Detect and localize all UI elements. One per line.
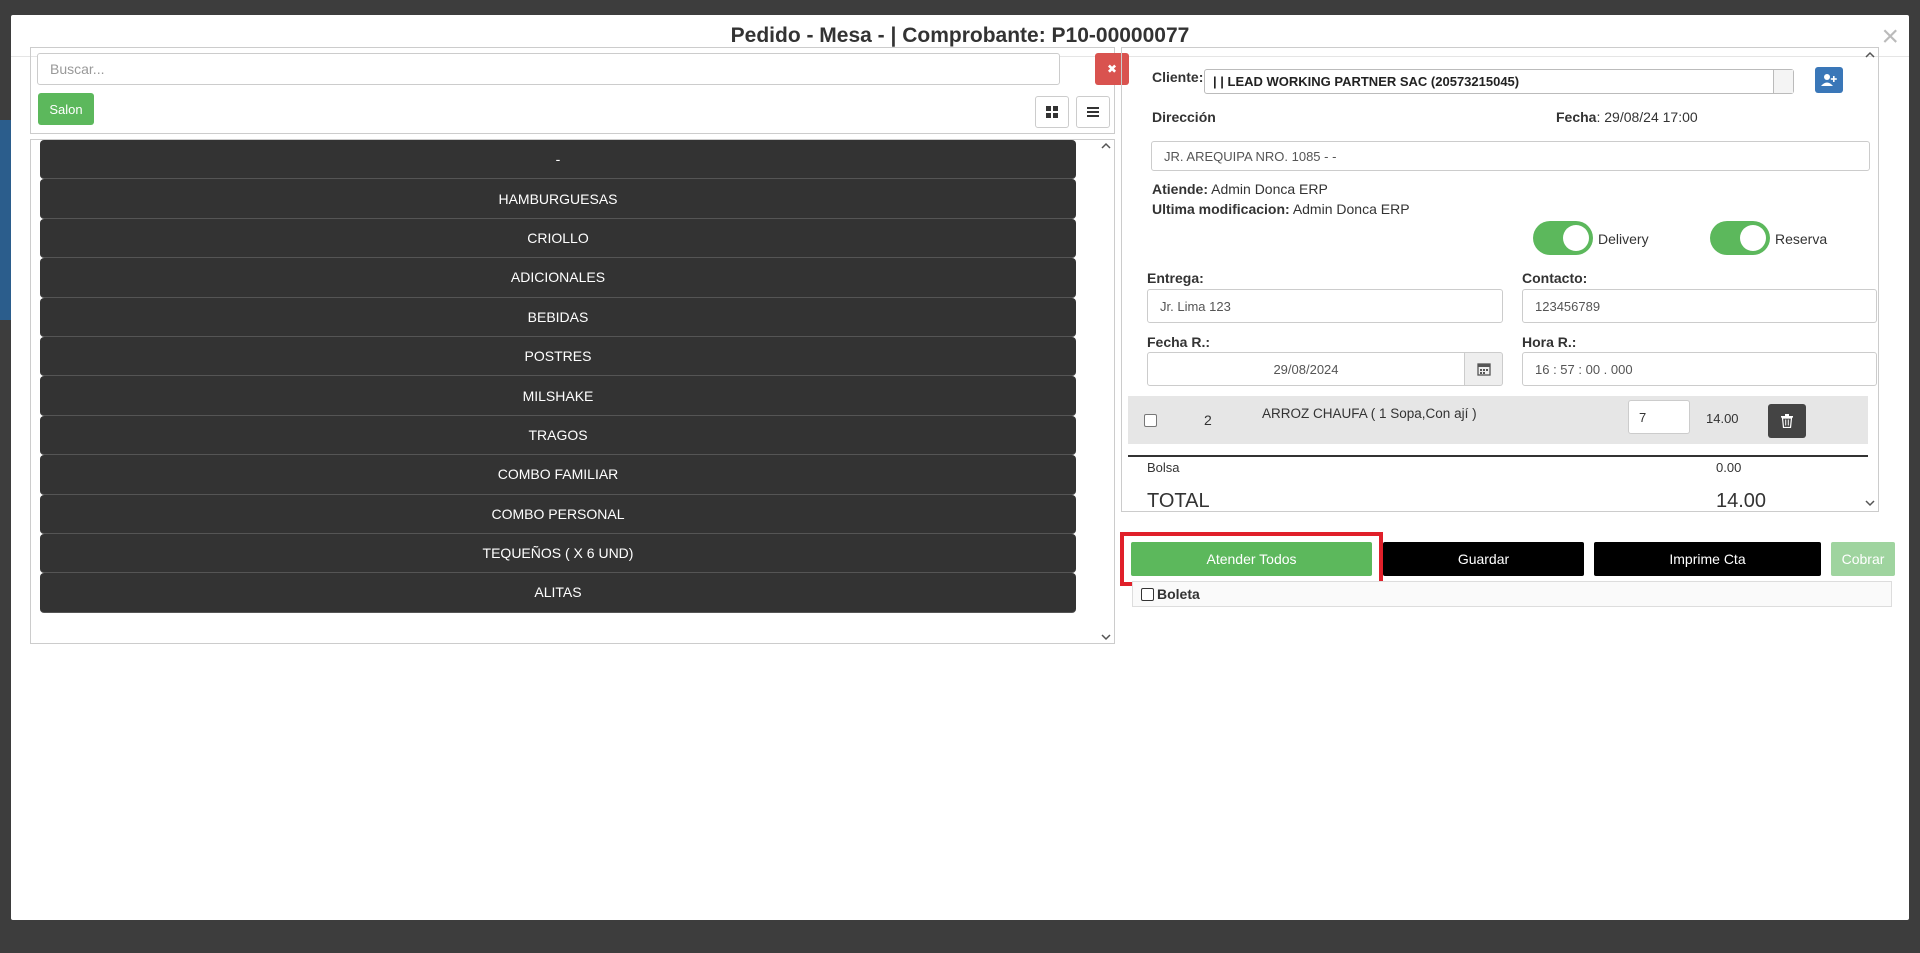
cliente-label: Cliente: <box>1152 69 1204 85</box>
order-item-name: ARROZ CHAUFA ( 1 Sopa,Con ají ) <box>1262 406 1477 421</box>
delivery-toggle[interactable] <box>1533 221 1593 255</box>
atiende-value: Admin Donca ERP <box>1211 181 1328 197</box>
quantity-input[interactable]: 7 <box>1628 400 1690 434</box>
horar-field[interactable]: 16 : 57 : 00 . 000 <box>1522 352 1877 386</box>
ultima-info: Ultima modificacion: Admin Donca ERP <box>1152 201 1410 217</box>
category-item[interactable]: HAMBURGUESAS <box>40 179 1076 219</box>
category-item[interactable]: COMBO PERSONAL <box>40 494 1076 534</box>
category-panel: - HAMBURGUESAS CRIOLLO ADICIONALES BEBID… <box>30 139 1115 644</box>
order-details-panel: Cliente: | | LEAD WORKING PARTNER SAC (2… <box>1121 47 1879 512</box>
modal-title: Pedido - Mesa - | Comprobante: P10-00000… <box>730 24 1190 47</box>
guardar-button[interactable]: Guardar <box>1383 542 1584 576</box>
category-item[interactable]: MILSHAKE <box>40 376 1076 416</box>
scroll-up-icon[interactable] <box>1101 142 1111 150</box>
delivery-label: Delivery <box>1598 231 1649 247</box>
bolsa-value: 0.00 <box>1716 460 1742 475</box>
grid-icon <box>1046 106 1058 118</box>
category-item[interactable]: ADICIONALES <box>40 258 1076 298</box>
order-item-number: 2 <box>1204 412 1212 428</box>
category-item[interactable]: TEQUEÑOS ( X 6 UND) <box>40 533 1076 574</box>
fecha-label: Fecha <box>1556 109 1597 125</box>
close-icon[interactable]: × <box>1881 20 1899 54</box>
entrega-label: Entrega: <box>1147 270 1204 286</box>
search-input[interactable] <box>37 53 1060 85</box>
client-value: | | LEAD WORKING PARTNER SAC (2057321504… <box>1213 74 1520 89</box>
toggle-knob <box>1740 225 1766 251</box>
category-item[interactable]: - <box>40 140 1076 180</box>
calendar-icon <box>1476 363 1491 376</box>
add-client-button[interactable] <box>1815 67 1843 93</box>
fecha-info: Fecha: 29/08/24 17:00 <box>1556 109 1698 125</box>
boleta-bar: Boleta <box>1132 581 1892 607</box>
scroll-down-icon[interactable] <box>1101 633 1111 641</box>
fechar-label: Fecha R.: <box>1147 334 1211 350</box>
order-item-row: 2 ARROZ CHAUFA ( 1 Sopa,Con ají ) 7 14.0… <box>1128 396 1868 444</box>
fecha-value: : 29/08/24 17:00 <box>1596 109 1698 125</box>
delete-item-button[interactable] <box>1768 404 1806 438</box>
direccion-field[interactable]: JR. AREQUIPA NRO. 1085 - - <box>1151 141 1870 171</box>
atiende-label: Atiende: <box>1152 181 1208 197</box>
list-icon <box>1087 107 1099 117</box>
close-icon: ✖ <box>1106 62 1118 76</box>
category-item[interactable]: POSTRES <box>40 336 1076 377</box>
bolsa-label: Bolsa <box>1147 460 1180 475</box>
category-item[interactable]: TRAGOS <box>40 415 1076 456</box>
calendar-button[interactable] <box>1465 352 1503 386</box>
reserva-label: Reserva <box>1775 231 1828 247</box>
chevron-down-icon[interactable] <box>1773 70 1793 93</box>
order-item-checkbox[interactable] <box>1144 414 1157 427</box>
add-user-icon <box>1821 74 1837 86</box>
boleta-checkbox[interactable] <box>1141 588 1154 601</box>
category-item[interactable]: COMBO FAMILIAR <box>40 455 1076 495</box>
cobrar-button[interactable]: Cobrar <box>1831 542 1895 576</box>
category-item[interactable]: CRIOLLO <box>40 218 1076 259</box>
contacto-label: Contacto: <box>1522 270 1588 286</box>
direccion-label: Dirección <box>1152 109 1216 125</box>
total-label: TOTAL <box>1147 490 1210 512</box>
trash-icon <box>1781 414 1793 428</box>
total-divider <box>1128 455 1868 457</box>
horar-label: Hora R.: <box>1522 334 1577 350</box>
list-view-button[interactable] <box>1076 96 1110 128</box>
atiende-info: Atiende: Admin Donca ERP <box>1152 181 1328 197</box>
boleta-label: Boleta <box>1157 586 1200 602</box>
category-item[interactable]: ALITAS <box>40 573 1076 613</box>
product-toolbar: ✖ Salon <box>30 47 1129 134</box>
entrega-field[interactable]: Jr. Lima 123 <box>1147 289 1503 323</box>
imprime-cta-button[interactable]: Imprime Cta <box>1594 542 1821 576</box>
category-item[interactable]: BEBIDAS <box>40 297 1076 337</box>
fechar-field[interactable]: 29/08/2024 <box>1147 352 1465 386</box>
category-list: - HAMBURGUESAS CRIOLLO ADICIONALES BEBID… <box>40 140 1076 613</box>
client-select[interactable]: | | LEAD WORKING PARTNER SAC (2057321504… <box>1204 69 1794 94</box>
scroll-down-icon[interactable] <box>1865 499 1875 507</box>
ultima-label: Ultima modificacion: <box>1152 201 1290 217</box>
ultima-value: Admin Donca ERP <box>1292 201 1410 217</box>
toggle-knob <box>1563 225 1589 251</box>
scroll-up-icon[interactable] <box>1865 51 1875 59</box>
salon-button[interactable]: Salon <box>38 93 94 125</box>
reserva-toggle[interactable] <box>1710 221 1770 255</box>
highlight-box <box>1120 532 1383 586</box>
order-item-price: 14.00 <box>1706 411 1739 426</box>
grid-view-button[interactable] <box>1035 96 1069 128</box>
total-value: 14.00 <box>1716 490 1767 512</box>
contacto-field[interactable]: 123456789 <box>1522 289 1877 323</box>
